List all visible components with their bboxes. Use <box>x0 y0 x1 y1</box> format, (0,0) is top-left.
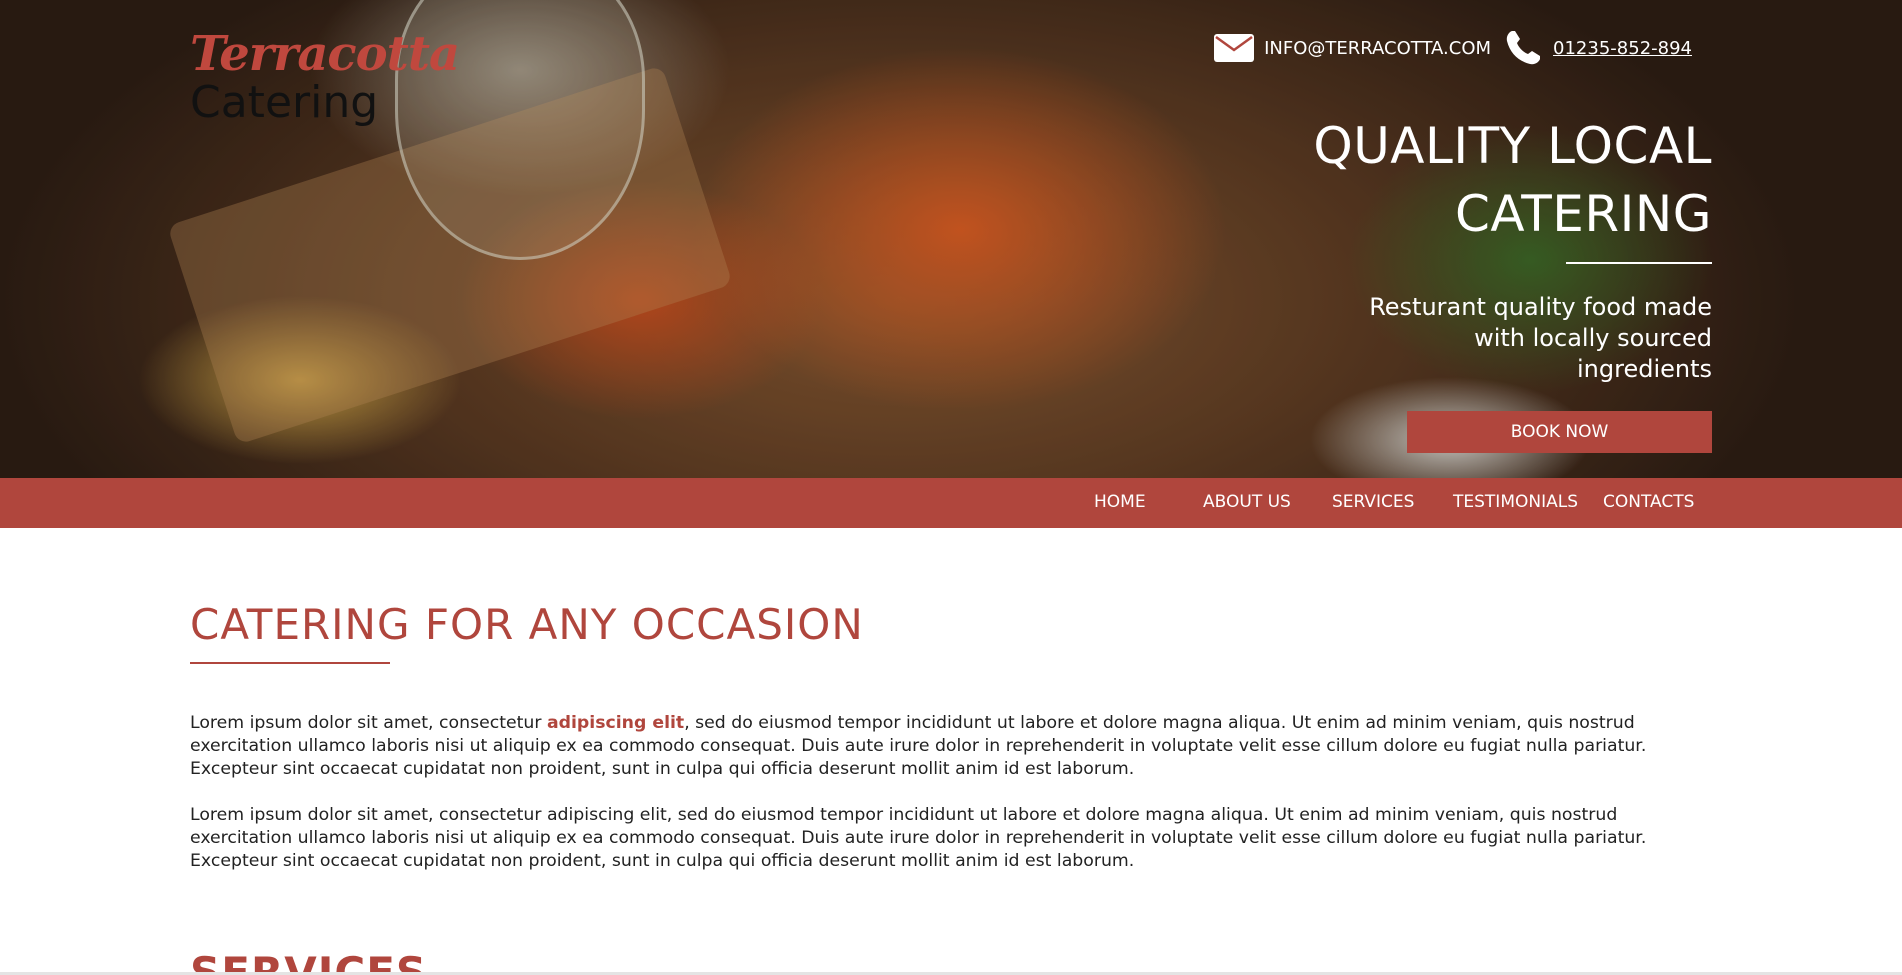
nav-item-testimonials[interactable]: TESTIMONIALS <box>1453 492 1578 512</box>
hero-title-line1: QUALITY LOCAL <box>1313 117 1712 175</box>
phone-icon <box>1503 28 1543 68</box>
contact-email[interactable]: INFO@TERRACOTTA.COM <box>1264 38 1491 59</box>
hero-title: QUALITY LOCAL CATERING <box>1313 112 1712 248</box>
hero-copy: QUALITY LOCAL CATERING Resturant quality… <box>1313 112 1712 385</box>
hero-banner: Terracotta Catering INFO@TERRACOTTA.COM … <box>0 0 1902 478</box>
main-content: CATERING FOR ANY OCCASION Lorem ipsum do… <box>190 600 1712 873</box>
intro-paragraph-1: Lorem ipsum dolor sit amet, consectetur … <box>190 712 1712 781</box>
nav-item-services[interactable]: SERVICES <box>1332 492 1414 512</box>
nav-item-about-us[interactable]: ABOUT US <box>1203 492 1291 512</box>
hero-subtitle-line2: with locally sourced <box>1474 324 1712 352</box>
para1-text-start: Lorem ipsum dolor sit amet, consectetur <box>190 713 547 733</box>
brand-name-sub: Catering <box>190 77 379 128</box>
section-divider <box>190 662 390 664</box>
hero-title-line2: CATERING <box>1454 185 1712 243</box>
hero-subtitle-line1: Resturant quality food made <box>1369 293 1712 321</box>
hero-divider <box>1566 262 1712 264</box>
para1-inline-link[interactable]: adipiscing elit <box>547 713 684 733</box>
hero-subtitle-line3: ingredients <box>1576 355 1712 383</box>
section-heading: CATERING FOR ANY OCCASION <box>190 600 864 649</box>
intro-paragraph-2: Lorem ipsum dolor sit amet, consectetur … <box>190 805 1647 871</box>
brand-logo[interactable]: Terracotta Catering <box>190 26 460 128</box>
contact-phone-link[interactable]: 01235-852-894 <box>1553 38 1692 59</box>
services-heading: SERVICES <box>190 948 428 975</box>
hero-subtitle: Resturant quality food made with locally… <box>1313 292 1712 385</box>
contact-bar: INFO@TERRACOTTA.COM 01235-852-894 <box>1214 28 1692 68</box>
nav-item-contacts[interactable]: CONTACTS <box>1603 492 1694 512</box>
envelope-icon <box>1214 34 1255 62</box>
nav-item-home[interactable]: HOME <box>1094 492 1146 512</box>
book-now-button[interactable]: BOOK NOW <box>1407 411 1712 453</box>
main-nav: HOME ABOUT US SERVICES TESTIMONIALS CONT… <box>0 478 1902 528</box>
brand-name-script: Terracotta <box>190 26 460 82</box>
